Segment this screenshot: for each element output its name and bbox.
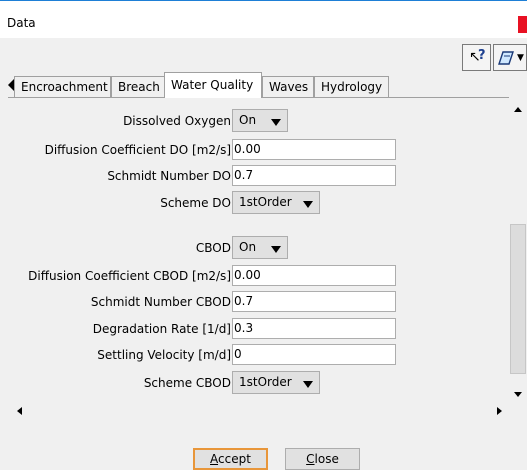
window-title: Data: [7, 16, 36, 30]
scroll-down-icon[interactable]: [509, 385, 527, 403]
tab-encroachment[interactable]: Encroachment: [14, 76, 111, 97]
scrollbar-corner: [509, 402, 527, 420]
chevron-down-icon: [303, 381, 313, 388]
horizontal-scrollbar[interactable]: [8, 402, 509, 420]
vertical-scroll-thumb[interactable]: [510, 224, 526, 374]
scroll-left-icon[interactable]: [11, 402, 29, 420]
options-icon: [498, 51, 514, 65]
settling-velocity-input[interactable]: 0: [232, 344, 396, 365]
tab-hydrology[interactable]: Hydrology: [314, 76, 389, 97]
diffusion-do-input[interactable]: 0.00: [232, 139, 396, 160]
close-mnemonic: C: [306, 452, 315, 466]
vertical-scrollbar[interactable]: [509, 97, 527, 407]
scheme-cbod-select[interactable]: 1stOrder: [232, 371, 320, 394]
scheme-cbod-value: 1stOrder: [239, 375, 292, 389]
schmidt-do-label: Schmidt Number DO: [107, 169, 231, 183]
chevron-down-icon: [271, 246, 281, 253]
tab-label: Encroachment: [21, 80, 108, 94]
title-bar: [0, 0, 527, 38]
cbod-select[interactable]: On: [232, 236, 288, 259]
diffusion-cbod-label: Diffusion Coefficient CBOD [m2/s]: [28, 269, 231, 283]
chevron-down-icon: [271, 119, 281, 126]
tab-label: Waves: [269, 80, 309, 94]
accept-label: ccept: [218, 452, 251, 466]
tab-label: Water Quality: [171, 78, 254, 92]
tab-breach[interactable]: Breach: [111, 76, 165, 97]
cbod-value: On: [239, 240, 257, 254]
tab-waves[interactable]: Waves: [262, 76, 314, 97]
settling-velocity-label: Settling Velocity [m/d]: [97, 348, 231, 362]
window-close-button[interactable]: [518, 16, 527, 33]
scheme-cbod-label: Scheme CBOD: [143, 376, 231, 390]
tab-water-quality[interactable]: Water Quality: [164, 72, 262, 98]
schmidt-do-input[interactable]: 0.7: [232, 165, 396, 186]
close-button[interactable]: Close: [285, 448, 360, 470]
schmidt-cbod-label: Schmidt Number CBOD: [90, 295, 231, 309]
scheme-do-value: 1stOrder: [239, 195, 292, 209]
degradation-rate-label: Degradation Rate [1/d]: [92, 322, 231, 336]
accept-mnemonic: A: [210, 452, 219, 466]
accept-button[interactable]: Accept: [193, 448, 268, 470]
dissolved-oxygen-value: On: [239, 113, 257, 127]
scroll-right-icon[interactable]: [490, 402, 508, 420]
diffusion-cbod-input[interactable]: 0.00: [232, 265, 396, 286]
dropdown-arrow-icon: ▼: [517, 53, 524, 63]
scheme-do-label: Scheme DO: [160, 196, 231, 210]
diffusion-do-label: Diffusion Coefficient DO [m2/s]: [44, 143, 231, 157]
cbod-label: CBOD: [195, 241, 231, 255]
water-quality-panel: Dissolved Oxygen On Diffusion Coefficien…: [8, 97, 510, 402]
tab-label: Breach: [118, 80, 160, 94]
degradation-rate-input[interactable]: 0.3: [232, 318, 396, 339]
scheme-do-select[interactable]: 1stOrder: [232, 191, 320, 214]
scroll-up-icon[interactable]: [509, 101, 527, 119]
help-pointer-button[interactable]: ↖ ?: [462, 44, 491, 71]
dissolved-oxygen-select[interactable]: On: [232, 109, 288, 132]
close-label: lose: [314, 452, 339, 466]
chevron-down-icon: [303, 201, 313, 208]
dissolved-oxygen-label: Dissolved Oxygen: [123, 114, 231, 128]
options-dropdown-button[interactable]: ▼: [493, 44, 527, 71]
schmidt-cbod-input[interactable]: 0.7: [232, 291, 396, 312]
question-mark-icon: ?: [478, 48, 486, 63]
tab-strip: Encroachment Breach Water Quality Waves …: [8, 72, 398, 98]
tab-label: Hydrology: [321, 80, 383, 94]
